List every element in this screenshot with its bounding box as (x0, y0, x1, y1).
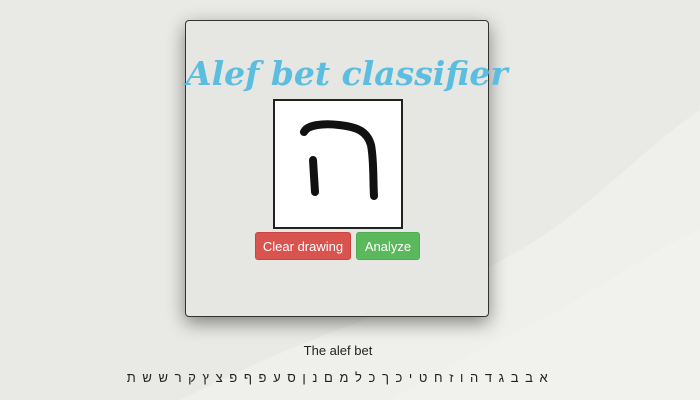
alefbet-letters: א ב ב ג ד ה ו ז ח ט י כ ך כ ל מ ם נ ן ס … (126, 370, 550, 385)
drawing-canvas[interactable] (273, 99, 403, 229)
clear-drawing-button[interactable]: Clear drawing (255, 232, 351, 260)
analyze-button[interactable]: Analyze (356, 232, 420, 260)
drawn-letter-he (300, 120, 378, 200)
classifier-panel: Alef bet classifier Clear drawing Analyz… (185, 20, 508, 317)
alefbet-heading: The alef bet (303, 343, 373, 358)
page-title: Alef bet classifier (186, 54, 508, 93)
